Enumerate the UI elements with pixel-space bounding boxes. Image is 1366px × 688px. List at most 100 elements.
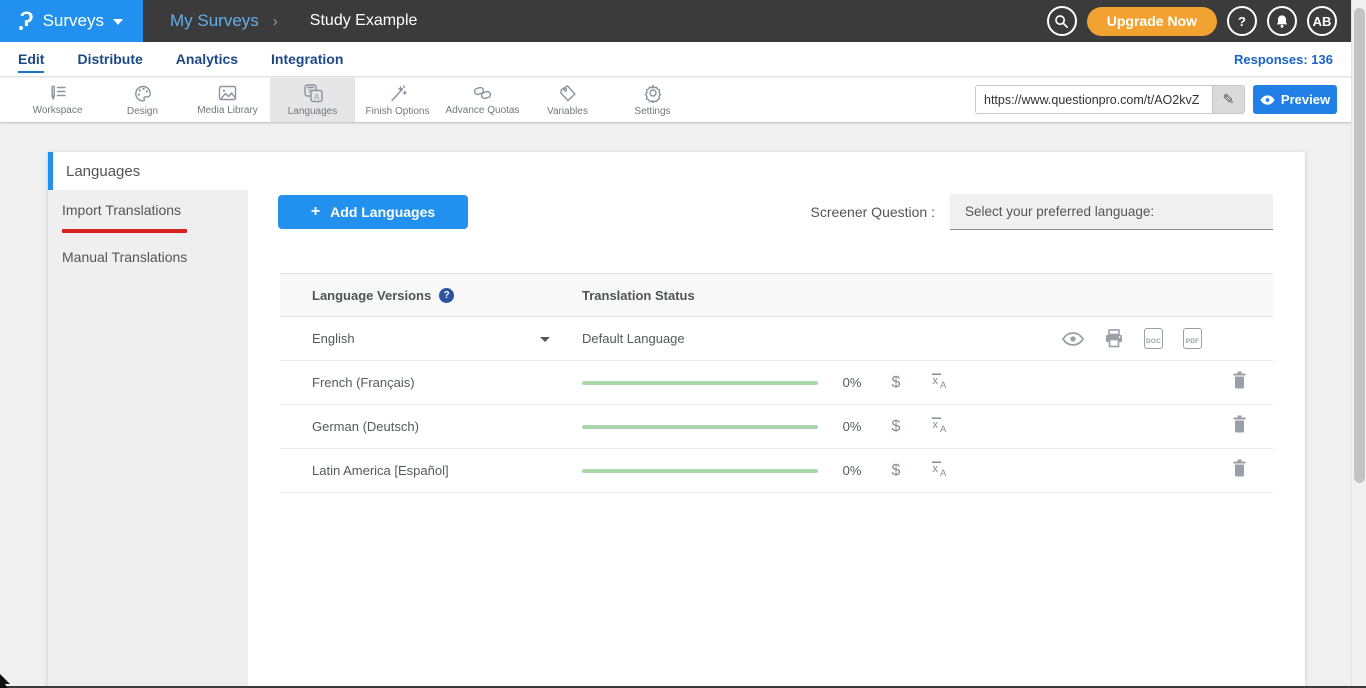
preview-button[interactable]: Preview [1253, 85, 1337, 114]
export-pdf-icon[interactable]: PDF [1183, 328, 1202, 349]
toolbar-item-settings[interactable]: Settings [610, 78, 695, 122]
add-languages-button[interactable]: + Add Languages [278, 195, 468, 229]
translation-progress-bar [582, 425, 818, 429]
translation-percent: 0% [836, 419, 868, 434]
screener-question-group: Screener Question : Select your preferre… [810, 194, 1273, 230]
svg-text:A: A [940, 468, 947, 477]
bell-icon [1275, 14, 1289, 29]
toolbar-item-design[interactable]: Design [100, 78, 185, 122]
survey-url-input[interactable] [976, 86, 1212, 113]
tab-edit[interactable]: Edit [18, 45, 44, 73]
breadcrumb-current-survey: Study Example [310, 12, 418, 30]
toolbar-item-advance-quotas[interactable]: Advance Quotas [440, 78, 525, 122]
avatar[interactable]: AB [1307, 6, 1337, 36]
breadcrumb: My Surveys › Study Example [170, 11, 417, 31]
sidebar-item-import-translations[interactable]: Import Translations [48, 190, 248, 224]
preview-eye-icon [1260, 95, 1275, 105]
toolbar-label: Languages [288, 106, 338, 117]
edit-url-button[interactable]: ✎ [1212, 86, 1244, 113]
search-button[interactable] [1047, 6, 1077, 36]
screener-question-select[interactable]: Select your preferred language: [950, 194, 1273, 230]
toolbar-item-variables[interactable]: Variables [525, 78, 610, 122]
page-scrollbar[interactable] [1351, 0, 1366, 688]
product-switcher[interactable]: Ɂ Surveys [0, 0, 143, 42]
toolbar-label: Advance Quotas [446, 105, 520, 116]
upgrade-now-button[interactable]: Upgrade Now [1087, 7, 1217, 36]
paid-translation-icon[interactable]: $ [886, 462, 906, 480]
table-header-row: Language Versions ? Translation Status [280, 273, 1273, 317]
language-name: French (Français) [312, 375, 415, 390]
questionpro-logo-icon: Ɂ [20, 8, 34, 32]
delete-language-trash-icon[interactable] [1232, 459, 1247, 482]
auto-translate-icon[interactable]: xA [930, 372, 949, 394]
product-name: Surveys [43, 11, 104, 31]
breadcrumb-my-surveys[interactable]: My Surveys [170, 11, 259, 31]
toolbar-item-finish-options[interactable]: Finish Options [355, 78, 440, 122]
languages-content: + Add Languages Screener Question : Sele… [248, 152, 1305, 688]
column-header-language-versions: Language Versions ? [312, 288, 454, 303]
translation-percent: 0% [836, 375, 868, 390]
svg-text:x: x [933, 419, 939, 431]
scrollbar-thumb[interactable] [1354, 8, 1365, 483]
column-header-translation-status: Translation Status [582, 288, 695, 303]
toolbar-item-media-library[interactable]: Media Library [185, 78, 270, 122]
default-language-name: English [312, 331, 355, 346]
search-icon [1054, 14, 1069, 29]
responses-count[interactable]: Responses: 136 [1234, 52, 1333, 67]
breadcrumb-separator: › [273, 13, 278, 30]
translation-progress-bar [582, 381, 818, 385]
tab-integration[interactable]: Integration [271, 45, 343, 73]
sidebar-item-manual-translations[interactable]: Manual Translations [48, 237, 248, 271]
default-language-dropdown-caret-icon[interactable] [540, 337, 550, 342]
languages-top-row: + Add Languages Screener Question : Sele… [278, 194, 1273, 230]
advance-quotas-chain-icon [472, 84, 493, 102]
table-row-default-language: English Default Language DOC PDF [280, 317, 1273, 361]
toolbar-label: Settings [634, 106, 670, 117]
languages-panel: Languages Import Translations Manual Tra… [48, 152, 1305, 688]
svg-text:x: x [933, 375, 939, 387]
toolbar-item-workspace[interactable]: Workspace [15, 78, 100, 122]
import-translations-annotation-underline [62, 229, 187, 233]
media-library-icon [217, 84, 238, 102]
auto-translate-icon[interactable]: xA [930, 460, 949, 482]
variables-tag-icon [558, 84, 578, 103]
notifications-button[interactable] [1267, 6, 1297, 36]
pencil-icon: ✎ [1223, 91, 1235, 108]
tab-distribute[interactable]: Distribute [77, 45, 142, 73]
settings-gear-icon [643, 83, 663, 103]
svg-text:A: A [940, 424, 947, 433]
language-name: Latin America [Español] [312, 463, 449, 478]
view-eye-icon[interactable] [1062, 332, 1084, 346]
export-doc-icon[interactable]: DOC [1144, 328, 1163, 349]
mouse-cursor [0, 672, 12, 688]
table-row-language: German (Deutsch) 0% $ xA [280, 405, 1273, 449]
help-button[interactable]: ? [1227, 6, 1257, 36]
paid-translation-icon[interactable]: $ [886, 418, 906, 436]
sidebar-header-languages[interactable]: Languages [48, 152, 248, 190]
plus-icon: + [311, 203, 320, 221]
tab-analytics[interactable]: Analytics [176, 45, 238, 73]
navbar-actions: Upgrade Now ? AB [1047, 6, 1366, 36]
languages-icon: x A [302, 83, 324, 103]
delete-language-trash-icon[interactable] [1232, 371, 1247, 394]
screener-question-label: Screener Question : [810, 204, 935, 220]
default-language-status: Default Language [582, 331, 685, 346]
auto-translate-icon[interactable]: xA [930, 416, 949, 438]
toolbar-item-languages[interactable]: x A Languages [270, 78, 355, 122]
paid-translation-icon[interactable]: $ [886, 374, 906, 392]
print-icon[interactable] [1104, 329, 1124, 348]
language-versions-help-icon[interactable]: ? [439, 288, 454, 303]
toolbar-label: Finish Options [366, 106, 430, 117]
toolbar-label: Variables [547, 106, 588, 117]
table-row-language: Latin America [Español] 0% $ xA [280, 449, 1273, 493]
languages-sidebar: Languages Import Translations Manual Tra… [48, 152, 248, 688]
add-languages-label: Add Languages [330, 204, 435, 220]
toolbar-label: Workspace [33, 105, 83, 116]
svg-text:x: x [933, 463, 939, 475]
preview-label: Preview [1281, 92, 1330, 107]
survey-url-group: ✎ [975, 85, 1245, 114]
toolbar-label: Media Library [197, 105, 258, 116]
language-name: German (Deutsch) [312, 419, 419, 434]
delete-language-trash-icon[interactable] [1232, 415, 1247, 438]
toolbar-label: Design [127, 106, 158, 117]
